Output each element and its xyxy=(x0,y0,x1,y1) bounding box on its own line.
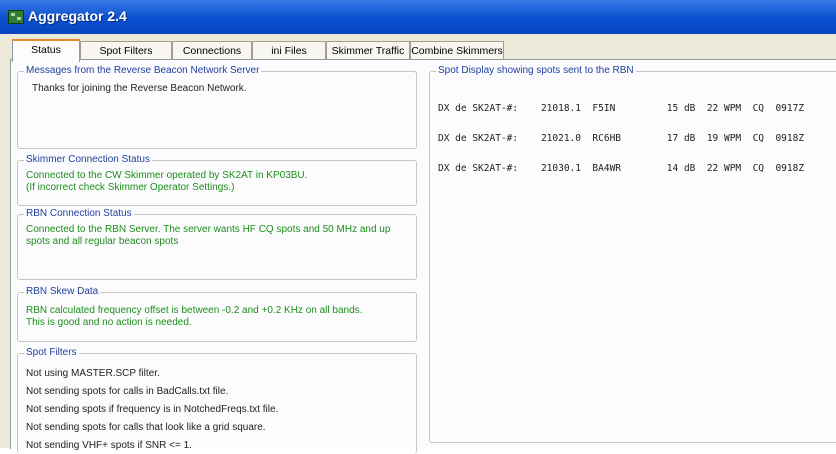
skew-group: RBN Skew Data RBN calculated frequency o… xyxy=(17,286,417,342)
spot-line: DX de SK2AT-#: 21030.1 BA4WR 14 dB 22 WP… xyxy=(438,163,805,174)
skimmer-status-legend: Skimmer Connection Status xyxy=(24,154,152,165)
spot-filters-legend: Spot Filters xyxy=(24,347,79,358)
tab-skimmer-traffic[interactable]: Skimmer Traffic xyxy=(326,41,410,60)
app-icon xyxy=(8,10,24,24)
spot-filter-line: Not sending VHF+ spots if SNR <= 1. xyxy=(26,440,192,451)
window-client: Status Spot Filters Connections ini File… xyxy=(0,34,836,454)
spot-line: DX de SK2AT-#: 21018.1 F5IN 15 dB 22 WPM… xyxy=(438,103,805,114)
spot-filter-line: Not sending spots for calls that look li… xyxy=(26,422,266,433)
skimmer-status-group: Skimmer Connection Status Connected to t… xyxy=(17,154,417,206)
skew-text: RBN calculated frequency offset is betwe… xyxy=(26,305,363,328)
spot-filter-line: Not using MASTER.SCP filter. xyxy=(26,368,160,379)
tab-connections[interactable]: Connections xyxy=(172,41,252,60)
spot-filters-group: Spot Filters Not using MASTER.SCP filter… xyxy=(17,347,417,454)
spot-display-list[interactable]: DX de SK2AT-#: 21018.1 F5IN 15 dB 22 WPM… xyxy=(438,84,804,194)
tab-status[interactable]: Status xyxy=(12,39,80,62)
spot-display-group: Spot Display showing spots sent to the R… xyxy=(429,65,836,443)
spot-filter-line: Not sending spots for calls in BadCalls.… xyxy=(26,386,229,397)
tab-spot-filters[interactable]: Spot Filters xyxy=(80,41,172,60)
messages-legend: Messages from the Reverse Beacon Network… xyxy=(24,65,262,76)
tab-combine-skimmers[interactable]: Combine Skimmers xyxy=(410,41,504,60)
rbn-status-group: RBN Connection Status Connected to the R… xyxy=(17,208,417,280)
title-bar: Aggregator 2.4 xyxy=(0,0,836,34)
messages-group: Messages from the Reverse Beacon Network… xyxy=(17,65,417,149)
spot-filter-line: Not sending spots if frequency is in Not… xyxy=(26,404,279,415)
status-panel: Messages from the Reverse Beacon Network… xyxy=(10,59,836,454)
messages-text: Thanks for joining the Reverse Beacon Ne… xyxy=(32,83,247,94)
rbn-status-legend: RBN Connection Status xyxy=(24,208,134,219)
rbn-status-text: Connected to the RBN Server. The server … xyxy=(26,224,391,247)
spot-display-legend: Spot Display showing spots sent to the R… xyxy=(436,65,636,76)
tab-ini-files[interactable]: ini Files xyxy=(252,41,326,60)
spot-line: DX de SK2AT-#: 21021.0 RC6HB 17 dB 19 WP… xyxy=(438,133,805,144)
skimmer-status-text: Connected to the CW Skimmer operated by … xyxy=(26,170,308,193)
window-title: Aggregator 2.4 xyxy=(28,8,127,24)
skew-legend: RBN Skew Data xyxy=(24,286,101,297)
